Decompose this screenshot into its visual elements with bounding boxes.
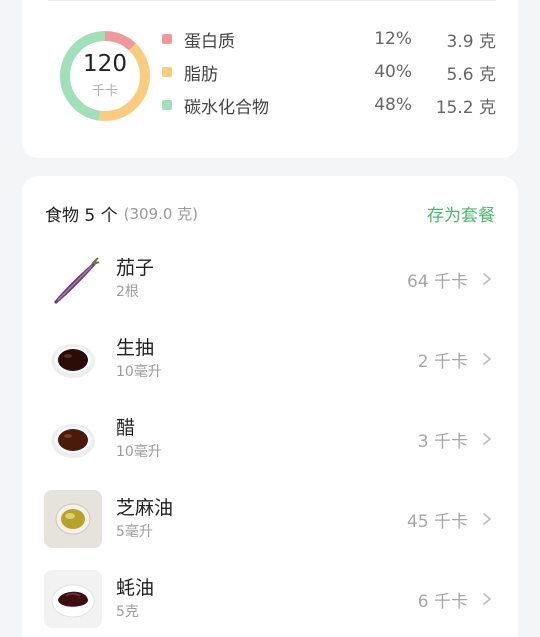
food-list-card: 食物 5 个 (309.0 克) 存为套餐 茄子 2根 64 千卡 生抽 10毫… bbox=[22, 176, 518, 637]
chevron-right-icon bbox=[483, 513, 491, 525]
calorie-value: 120 bbox=[83, 50, 127, 77]
food-quantity: 10毫升 bbox=[116, 363, 162, 380]
chevron-right-icon bbox=[483, 593, 491, 605]
macro-row-fat: 脂肪 40% 5.6 克 bbox=[162, 60, 496, 85]
macro-name: 碳水化合物 bbox=[184, 97, 269, 118]
vinegar-icon bbox=[44, 410, 102, 468]
food-item-sesame-oil[interactable]: 芝麻油 5毫升 45 千卡 bbox=[44, 489, 494, 549]
divider bbox=[48, 0, 496, 1]
chevron-right-icon bbox=[483, 433, 491, 445]
carb-legend-swatch bbox=[162, 100, 172, 110]
nutrition-summary-card: 120 千卡 蛋白质 12% 3.9 克 脂肪 40% 5.6 克 碳水化合物 … bbox=[22, 0, 518, 158]
food-item-soy-sauce[interactable]: 生抽 10毫升 2 千卡 bbox=[44, 329, 494, 389]
oyster-sauce-icon bbox=[44, 570, 102, 628]
food-name: 生抽 bbox=[116, 336, 155, 359]
fat-legend-swatch bbox=[162, 67, 172, 77]
food-quantity: 10毫升 bbox=[116, 443, 162, 460]
food-quantity: 2根 bbox=[116, 283, 139, 300]
macro-amount: 3.9 克 bbox=[446, 31, 496, 52]
food-name: 蚝油 bbox=[116, 576, 155, 599]
food-calories: 45 千卡 bbox=[406, 511, 468, 532]
food-calories: 3 千卡 bbox=[417, 431, 468, 452]
food-calories: 6 千卡 bbox=[417, 591, 468, 612]
food-calories: 2 千卡 bbox=[417, 351, 468, 372]
macro-name: 蛋白质 bbox=[184, 31, 235, 52]
save-as-combo-button[interactable]: 存为套餐 bbox=[427, 201, 495, 226]
calorie-unit: 千卡 bbox=[91, 83, 118, 99]
food-quantity: 5克 bbox=[116, 603, 139, 620]
food-item-vinegar[interactable]: 醋 10毫升 3 千卡 bbox=[44, 409, 494, 469]
macro-percent: 12% bbox=[374, 29, 412, 49]
chevron-right-icon bbox=[483, 353, 491, 365]
eggplant-icon bbox=[44, 250, 102, 308]
sesame-oil-icon bbox=[44, 490, 102, 548]
macro-name: 脂肪 bbox=[184, 64, 218, 85]
macro-row-protein: 蛋白质 12% 3.9 克 bbox=[162, 27, 496, 52]
macro-percent: 48% bbox=[374, 95, 412, 115]
soy-sauce-icon bbox=[44, 330, 102, 388]
macro-amount: 15.2 克 bbox=[435, 97, 496, 118]
food-name: 芝麻油 bbox=[116, 496, 174, 519]
food-calories: 64 千卡 bbox=[406, 271, 468, 292]
food-total-weight: (309.0 克) bbox=[123, 204, 199, 223]
food-quantity: 5毫升 bbox=[116, 523, 153, 540]
food-item-eggplant[interactable]: 茄子 2根 64 千卡 bbox=[44, 249, 494, 309]
macro-amount: 5.6 克 bbox=[446, 64, 496, 85]
macro-row-carb: 碳水化合物 48% 15.2 克 bbox=[162, 93, 496, 118]
calorie-total: 120 千卡 bbox=[58, 29, 152, 123]
food-list-header: 食物 5 个 (309.0 克) 存为套餐 bbox=[45, 201, 495, 226]
protein-legend-swatch bbox=[162, 34, 172, 44]
macro-percent: 40% bbox=[374, 62, 412, 82]
food-name: 醋 bbox=[116, 416, 136, 439]
food-name: 茄子 bbox=[116, 256, 155, 279]
chevron-right-icon bbox=[483, 273, 491, 285]
food-count-title: 食物 5 个 bbox=[45, 205, 118, 226]
food-item-oyster-sauce[interactable]: 蚝油 5克 6 千卡 bbox=[44, 569, 494, 629]
